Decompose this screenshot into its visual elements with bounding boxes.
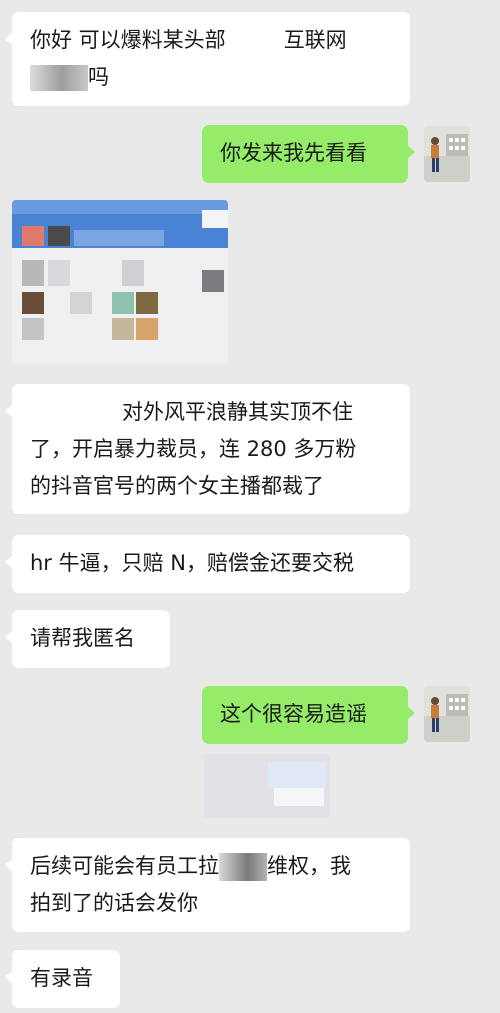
message-bubble-5[interactable]: 请帮我匿名 [5, 610, 170, 668]
message-bubble-8[interactable]: 有录音 [5, 950, 120, 1008]
message-3-line-3: 的抖音官号的两个女主播都裁了 [30, 474, 324, 498]
message-2-text: 你发来我先看看 [220, 141, 367, 165]
message-4-text: hr 牛逼，只赔 N，赔偿金还要交税 [30, 551, 355, 575]
blurred-outgoing-image[interactable] [204, 754, 330, 818]
redacted-mask [225, 26, 284, 56]
message-3-line-2: 了，开启暴力裁员，连 280 多万粉 [30, 437, 357, 461]
message-bubble-7[interactable]: 后续可能会有员工拉 维权，我 拍到了的话会发你 [5, 838, 410, 932]
message-1-line-1: 你好 可以爆料某头部 互联网 [30, 22, 392, 59]
message-bubble-2[interactable]: 你发来我先看看 [202, 125, 415, 183]
message-bubble-1[interactable]: 你好 可以爆料某头部 互联网 吗 [5, 12, 410, 106]
message-bubble-6[interactable]: 这个很容易造谣 [202, 686, 415, 744]
message-bubble-3[interactable]: 对外风平浪静其实顶不住 了，开启暴力裁员，连 280 多万粉 的抖音官号的两个女… [5, 384, 410, 514]
message-8-text: 有录音 [30, 966, 93, 990]
redacted-mask [30, 65, 88, 91]
redacted-mask [30, 399, 122, 427]
redacted-mask [219, 853, 267, 881]
message-5-text: 请帮我匿名 [30, 626, 135, 650]
message-3-line-1: 对外风平浪静其实顶不住 [30, 394, 392, 431]
user-avatar[interactable] [424, 686, 470, 742]
message-bubble-4[interactable]: hr 牛逼，只赔 N，赔偿金还要交税 [5, 535, 410, 593]
message-1-line-2: 吗 [30, 59, 392, 96]
message-7-line-2: 拍到了的话会发你 [30, 891, 198, 915]
blurred-screenshot-image[interactable] [12, 200, 228, 364]
message-6-text: 这个很容易造谣 [220, 702, 367, 726]
user-avatar[interactable] [424, 126, 470, 182]
message-7-line-1: 后续可能会有员工拉 维权，我 [30, 848, 392, 885]
